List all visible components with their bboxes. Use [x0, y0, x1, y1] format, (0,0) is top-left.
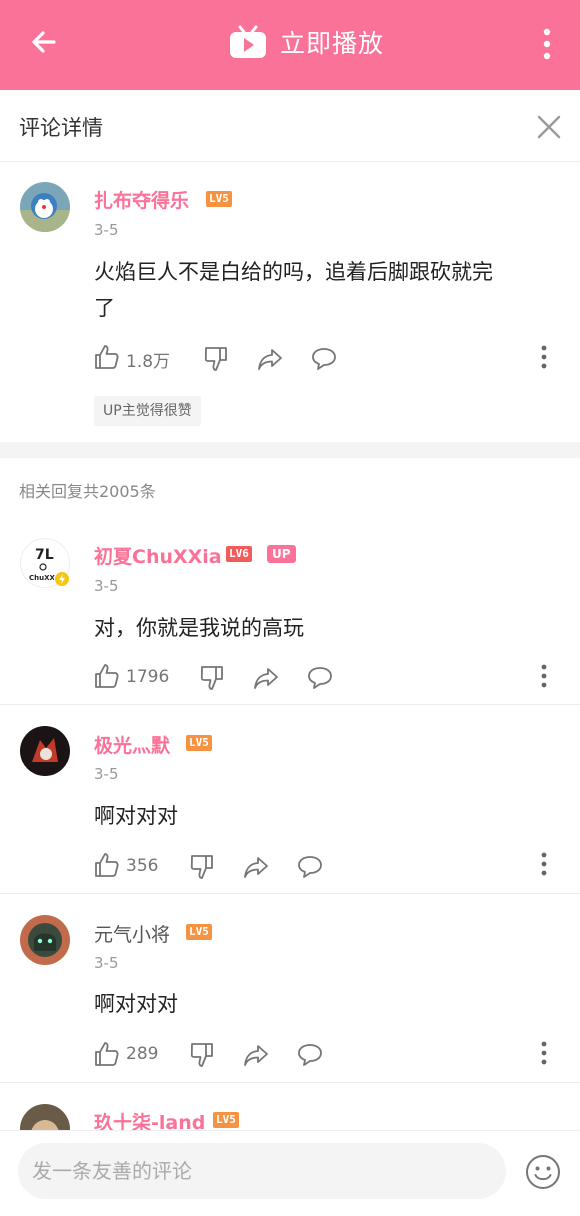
thumbs-down-icon[interactable] — [202, 345, 230, 373]
thumbs-up-icon[interactable] — [92, 851, 120, 879]
like-count: 289 — [126, 1044, 159, 1064]
comment-time: 3-5 — [94, 954, 119, 972]
reply-icon[interactable] — [310, 345, 338, 373]
share-icon[interactable] — [242, 1041, 270, 1069]
comment-detail-title: 评论详情 — [19, 116, 103, 140]
svg-text:ChuXX: ChuXX — [29, 574, 56, 582]
thumbs-down-icon[interactable] — [198, 664, 226, 692]
comment-content: 啊对对对 — [94, 992, 178, 1016]
username[interactable]: 元气小将 — [94, 920, 170, 947]
comment-time: 3-5 — [94, 765, 119, 783]
comment-input[interactable]: 发一条友善的评论 — [18, 1143, 506, 1199]
comment-time: 3-5 — [94, 221, 119, 239]
like-count: 1.8万 — [126, 352, 171, 372]
comment-time: 3-5 — [94, 577, 119, 595]
thumbs-down-icon[interactable] — [188, 1041, 216, 1069]
level-badge: LV5 — [186, 924, 212, 940]
level-badge: LV5 — [186, 735, 212, 751]
share-icon[interactable] — [242, 853, 270, 881]
verified-icon — [54, 571, 70, 587]
avatar[interactable] — [20, 726, 70, 776]
level-badge: LV5 — [213, 1112, 239, 1128]
close-icon[interactable] — [534, 112, 564, 142]
avatar[interactable] — [20, 915, 70, 965]
up-badge: UP — [267, 545, 296, 563]
play-now-button[interactable]: 立即播放 — [228, 22, 384, 62]
level-badge: LV6 — [226, 546, 252, 562]
emoji-icon[interactable] — [524, 1153, 562, 1191]
share-icon[interactable] — [252, 664, 280, 692]
share-icon[interactable] — [256, 345, 284, 373]
username[interactable]: 扎布夺得乐 — [94, 186, 189, 213]
divider — [0, 1082, 580, 1083]
divider — [0, 704, 580, 705]
username[interactable]: 极光灬默 — [94, 731, 170, 758]
avatar[interactable] — [20, 182, 70, 232]
level-badge: LV5 — [206, 191, 232, 207]
reply-icon[interactable] — [296, 1041, 324, 1069]
like-count: 356 — [126, 856, 159, 876]
comment-content: 对，你就是我说的高玩 — [94, 616, 304, 640]
comment-content-line: 了 — [94, 296, 115, 320]
comment-bar: 发一条友善的评论 — [0, 1130, 580, 1216]
username[interactable]: 初夏ChuXXia — [94, 542, 222, 569]
reply-icon[interactable] — [296, 853, 324, 881]
top-bar: 立即播放 — [0, 0, 580, 90]
thumbs-down-icon[interactable] — [188, 853, 216, 881]
comment-content: 啊对对对 — [94, 804, 178, 828]
arrow-back-icon[interactable] — [24, 22, 64, 62]
section-gap — [0, 442, 580, 458]
thumbs-up-icon[interactable] — [92, 662, 120, 690]
like-count: 1796 — [126, 667, 170, 687]
divider — [0, 893, 580, 894]
comment-content-line: 火焰巨人不是白给的吗，追着后脚跟砍就完 — [94, 260, 493, 284]
thumbs-up-icon[interactable] — [92, 343, 120, 371]
svg-text:7L: 7L — [35, 547, 54, 563]
more-vertical-icon[interactable] — [539, 661, 549, 691]
play-now-label: 立即播放 — [280, 29, 385, 58]
comment-content: 火焰巨人不是白给的吗，追着后脚跟砍就完 了 — [94, 254, 564, 326]
more-vertical-icon[interactable] — [534, 24, 560, 64]
tv-icon — [230, 25, 266, 58]
reply-icon[interactable] — [306, 664, 334, 692]
thumbs-up-icon[interactable] — [92, 1040, 120, 1068]
more-vertical-icon[interactable] — [539, 849, 549, 879]
more-vertical-icon[interactable] — [539, 1038, 549, 1068]
more-vertical-icon[interactable] — [539, 342, 549, 372]
up-liked-badge: UP主觉得很赞 — [94, 396, 201, 426]
comment-detail-header: 评论详情 — [0, 90, 580, 162]
replies-count: 相关回复共2005条 — [19, 482, 156, 501]
